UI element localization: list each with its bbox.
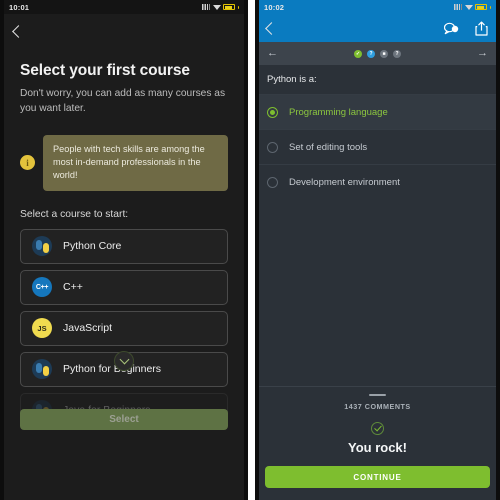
right-nav-bar [255, 14, 500, 42]
radio-selected-icon [267, 106, 278, 118]
javascript-logo-icon: JS [32, 318, 52, 339]
step-dot-2[interactable]: ? [367, 49, 375, 58]
cpp-logo-icon: C++ [32, 277, 52, 298]
step-dot-1[interactable]: ✓ [354, 49, 362, 58]
battery-icon [475, 4, 488, 10]
right-status-indicators [454, 4, 491, 10]
left-status-bar: 10:01 [0, 0, 248, 14]
left-status-indicators [202, 4, 239, 10]
drag-handle[interactable] [369, 393, 386, 396]
signal-bars-icon [202, 4, 211, 10]
step-dot-4[interactable]: ? [393, 49, 401, 58]
chevron-left-icon[interactable] [265, 21, 278, 35]
result-icon-wrap [255, 422, 500, 435]
radio-icon [267, 176, 278, 188]
answer-options: Programming language Set of editing tool… [255, 94, 500, 199]
result-text: You rock! [348, 440, 407, 455]
list-fade-mask [0, 468, 248, 500]
comment-bubble-icon[interactable] [444, 22, 459, 35]
option-label: Development environment [289, 176, 400, 188]
step-dot-3[interactable]: ■ [380, 49, 388, 58]
page-subtitle: Don't worry, you can add as many courses… [20, 88, 226, 114]
right-nav-actions [444, 21, 488, 36]
share-icon[interactable] [475, 21, 488, 36]
info-banner-text: People with tech skills are among the mo… [43, 134, 228, 191]
option-label: Set of editing tools [289, 141, 368, 153]
python-logo-icon [32, 359, 52, 380]
lesson-progress-bar: ← ✓ ? ■ ? → [255, 42, 500, 65]
course-item-python-core[interactable]: Python Core [20, 228, 228, 264]
chevron-left-icon[interactable] [12, 24, 25, 38]
comments-count[interactable]: 1437 COMMENTS [255, 402, 500, 411]
signal-bars-icon [454, 4, 463, 10]
option-label: Programming language [289, 106, 388, 118]
chevron-down-icon[interactable] [114, 350, 134, 371]
right-status-bar: 10:02 [255, 0, 500, 14]
course-label: C++ [63, 281, 83, 294]
select-button[interactable]: Select [20, 409, 228, 430]
course-label: Python for Beginners [63, 363, 162, 376]
arrow-left-icon[interactable]: ← [267, 48, 278, 59]
left-phone-screen: 10:01 Select your first course Don't wor… [0, 0, 248, 500]
option-set-of-editing-tools[interactable]: Set of editing tools [255, 129, 500, 164]
course-item-javascript[interactable]: JS JavaScript [20, 310, 228, 346]
wifi-icon [464, 4, 473, 10]
left-phone-bezel-right [244, 0, 248, 500]
battery-icon [223, 4, 236, 10]
question-text: Python is a: [255, 65, 500, 94]
option-development-environment[interactable]: Development environment [255, 164, 500, 199]
radio-icon [267, 141, 278, 153]
course-label: Python Core [63, 240, 122, 253]
right-status-time: 10:02 [264, 2, 285, 12]
python-logo-icon [32, 236, 52, 257]
right-phone-screen: 10:02 ← ✓ ? ■ ? → Python is a: Programmi… [255, 0, 500, 500]
screenshot-stage: 10:01 Select your first course Don't wor… [0, 0, 500, 500]
info-banner: i People with tech skills are among the … [20, 134, 228, 191]
option-programming-language[interactable]: Programming language [255, 94, 500, 129]
arrow-right-icon[interactable]: → [477, 48, 488, 59]
left-phone-bezel-left [0, 0, 4, 500]
battery-tip-icon [237, 5, 239, 9]
page-title: Select your first course [20, 62, 190, 79]
check-circle-icon [371, 422, 384, 435]
right-phone-bezel-left [255, 0, 259, 500]
left-nav-bar [0, 14, 248, 48]
section-label: Select a course to start: [20, 208, 129, 220]
info-icon: i [20, 155, 35, 171]
left-status-time: 10:01 [9, 2, 30, 12]
result-sheet: 1437 COMMENTS You rock! CONTINUE [255, 385, 500, 500]
continue-button[interactable]: CONTINUE [265, 466, 490, 488]
course-list: Python Core C++ C++ JS JavaScript Python… [20, 228, 228, 428]
step-dots: ✓ ? ■ ? [354, 49, 401, 58]
course-label: JavaScript [63, 322, 113, 335]
left-content: Select your first course Don't worry, yo… [0, 62, 248, 428]
battery-tip-icon [489, 5, 491, 9]
course-item-cpp[interactable]: C++ C++ [20, 269, 228, 305]
right-phone-bezel-right [496, 0, 500, 500]
wifi-icon [212, 4, 221, 10]
